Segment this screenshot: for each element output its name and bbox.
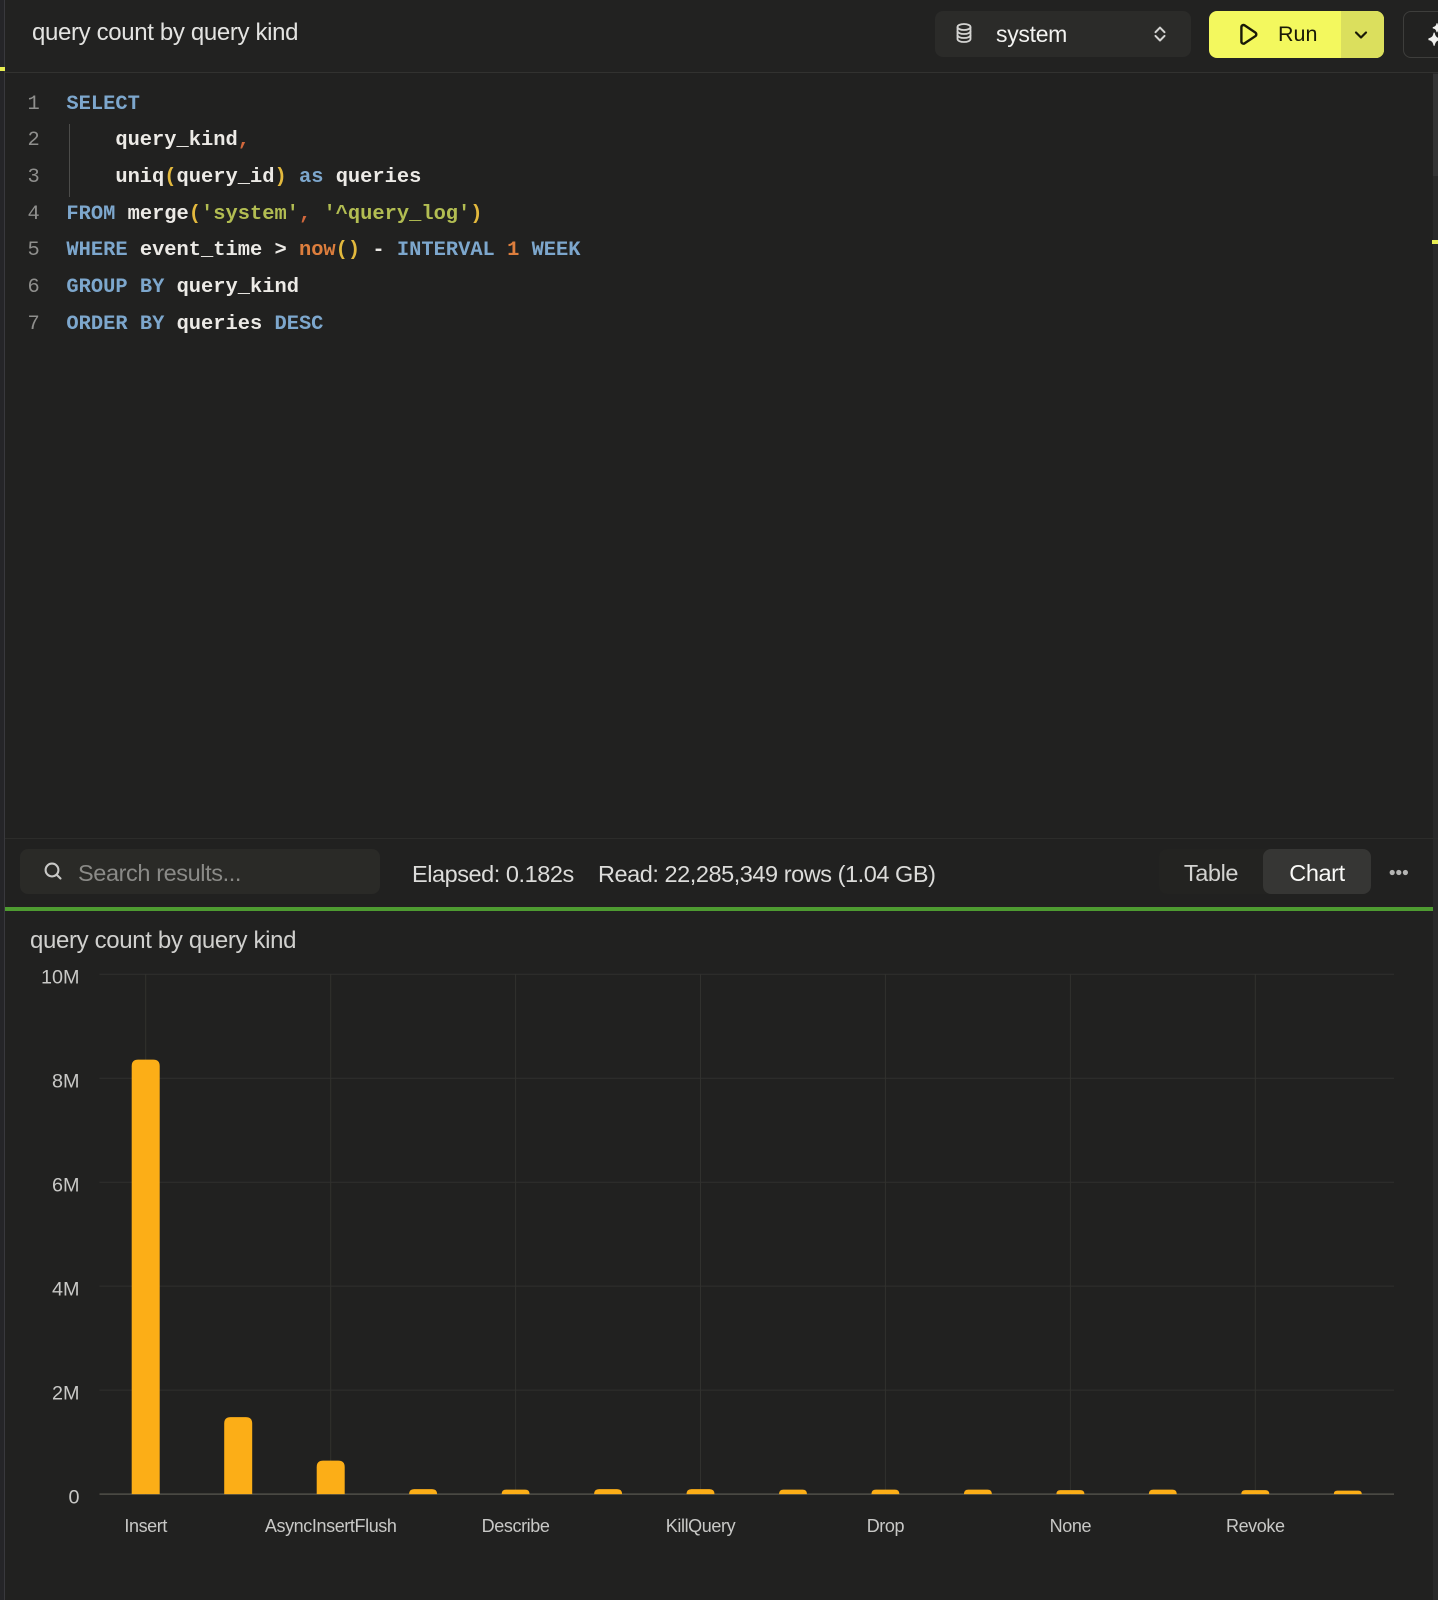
svg-text:4M: 4M: [52, 1278, 79, 1300]
svg-text:Revoke: Revoke: [1226, 1516, 1285, 1536]
svg-text:Insert: Insert: [124, 1516, 167, 1536]
svg-text:8M: 8M: [52, 1071, 79, 1093]
svg-text:None: None: [1050, 1516, 1092, 1536]
svg-text:6M: 6M: [52, 1175, 79, 1197]
svg-text:Describe: Describe: [482, 1516, 550, 1536]
svg-text:2M: 2M: [52, 1382, 79, 1404]
svg-text:Drop: Drop: [867, 1516, 905, 1536]
svg-text:10M: 10M: [41, 967, 79, 989]
svg-text:0: 0: [68, 1486, 79, 1508]
svg-text:AsyncInsertFlush: AsyncInsertFlush: [265, 1516, 397, 1536]
svg-text:KillQuery: KillQuery: [666, 1516, 736, 1536]
